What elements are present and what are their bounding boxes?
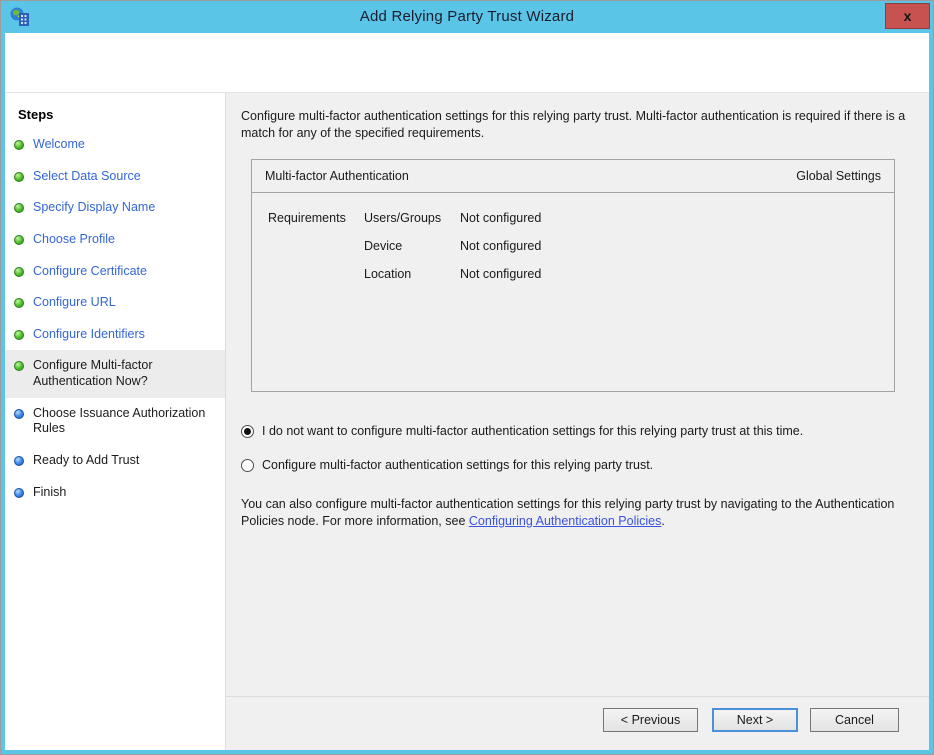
intro-text: Configure multi-factor authentication se… bbox=[241, 109, 906, 140]
step-label: Specify Display Name bbox=[33, 200, 156, 215]
cancel-button[interactable]: Cancel bbox=[810, 708, 899, 732]
footer-note: You can also configure multi-factor auth… bbox=[241, 496, 914, 531]
step-finish: Finish bbox=[5, 477, 225, 509]
requirements-label: Requirements bbox=[268, 210, 346, 225]
previous-button[interactable]: < Previous bbox=[603, 708, 698, 732]
step-label: Configure Certificate bbox=[33, 263, 147, 278]
requirement-name: Device bbox=[364, 238, 403, 253]
mfa-panel-title: Multi-factor Authentication bbox=[265, 168, 409, 183]
requirement-name: Users/Groups bbox=[364, 210, 442, 225]
global-settings-label: Global Settings bbox=[796, 168, 881, 183]
step-configure-certificate[interactable]: Configure Certificate bbox=[5, 256, 225, 288]
close-button[interactable]: x bbox=[885, 3, 930, 29]
step-choose-profile[interactable]: Choose Profile bbox=[5, 224, 225, 256]
radio-unselected-icon bbox=[241, 458, 254, 472]
titlebar: Add Relying Party Trust Wizard x bbox=[1, 1, 933, 33]
step-ready-to-add-trust: Ready to Add Trust bbox=[5, 445, 225, 477]
radio-label: Configure multi-factor authentication se… bbox=[262, 457, 654, 472]
next-button[interactable]: Next > bbox=[712, 708, 798, 732]
step-configure-url[interactable]: Configure URL bbox=[5, 287, 225, 319]
wizard-body: Steps Welcome Select Data Source Specify… bbox=[5, 93, 929, 750]
window-title: Add Relying Party Trust Wizard bbox=[359, 8, 575, 25]
step-done-icon bbox=[14, 298, 24, 309]
footer-text-end: . bbox=[661, 514, 665, 528]
requirement-name: Location bbox=[364, 266, 412, 281]
step-done-icon bbox=[14, 361, 24, 372]
wizard-window: Add Relying Party Trust Wizard x Steps W… bbox=[0, 0, 934, 755]
radio-label: I do not want to configure multi-factor … bbox=[262, 423, 804, 438]
step-done-icon bbox=[14, 234, 24, 245]
wizard-frame: Steps Welcome Select Data Source Specify… bbox=[5, 33, 929, 750]
step-pending-icon bbox=[14, 487, 24, 498]
requirement-value: Not configured bbox=[460, 210, 542, 225]
step-done-icon bbox=[14, 203, 24, 214]
button-bar: < Previous Next > Cancel bbox=[226, 696, 929, 750]
steps-sidebar: Steps Welcome Select Data Source Specify… bbox=[5, 93, 226, 750]
step-choose-issuance-authorization-rules: Choose Issuance Authorization Rules bbox=[5, 398, 225, 445]
step-pending-icon bbox=[14, 455, 24, 466]
step-content: Configure multi-factor authentication se… bbox=[226, 93, 929, 750]
step-label: Choose Profile bbox=[33, 231, 115, 246]
configuring-authentication-policies-link[interactable]: Configuring Authentication Policies bbox=[469, 514, 661, 528]
step-done-icon bbox=[14, 140, 24, 150]
header-band bbox=[5, 33, 929, 93]
mfa-panel-header: Multi-factor Authentication Global Setti… bbox=[252, 160, 894, 193]
steps-header: Steps bbox=[18, 107, 54, 122]
close-icon: x bbox=[903, 8, 912, 24]
step-configure-mfa-now-current: Configure Multi-factor Authentication No… bbox=[5, 350, 225, 398]
step-label: Choose Issuance Authorization Rules bbox=[33, 405, 206, 436]
step-done-icon bbox=[14, 329, 24, 340]
step-label: Welcome bbox=[33, 137, 85, 151]
step-configure-identifiers[interactable]: Configure Identifiers bbox=[5, 319, 225, 351]
step-done-icon bbox=[14, 171, 24, 182]
step-done-icon bbox=[14, 266, 24, 277]
adfs-app-icon bbox=[10, 7, 29, 26]
step-label: Configure Identifiers bbox=[33, 326, 145, 341]
requirement-value: Not configured bbox=[460, 266, 542, 281]
step-label: Ready to Add Trust bbox=[33, 452, 140, 467]
step-label: Configure URL bbox=[33, 295, 116, 310]
radio-skip-mfa[interactable]: I do not want to configure multi-factor … bbox=[241, 424, 914, 438]
mfa-requirements-table: Requirements Users/Groups Not configured… bbox=[252, 193, 894, 281]
step-label: Finish bbox=[33, 484, 67, 499]
step-label: Configure Multi-factor Authentication No… bbox=[33, 358, 153, 388]
mfa-settings-panel: Multi-factor Authentication Global Setti… bbox=[251, 158, 895, 392]
step-specify-display-name[interactable]: Specify Display Name bbox=[5, 192, 225, 224]
step-label: Select Data Source bbox=[33, 168, 141, 183]
step-welcome[interactable]: Welcome bbox=[5, 129, 225, 161]
step-select-data-source[interactable]: Select Data Source bbox=[5, 161, 225, 193]
step-pending-icon bbox=[14, 408, 24, 419]
radio-configure-mfa[interactable]: Configure multi-factor authentication se… bbox=[241, 458, 914, 472]
requirement-value: Not configured bbox=[460, 238, 542, 253]
radio-selected-icon bbox=[241, 424, 254, 438]
steps-list: Welcome Select Data Source Specify Displ… bbox=[5, 129, 225, 508]
